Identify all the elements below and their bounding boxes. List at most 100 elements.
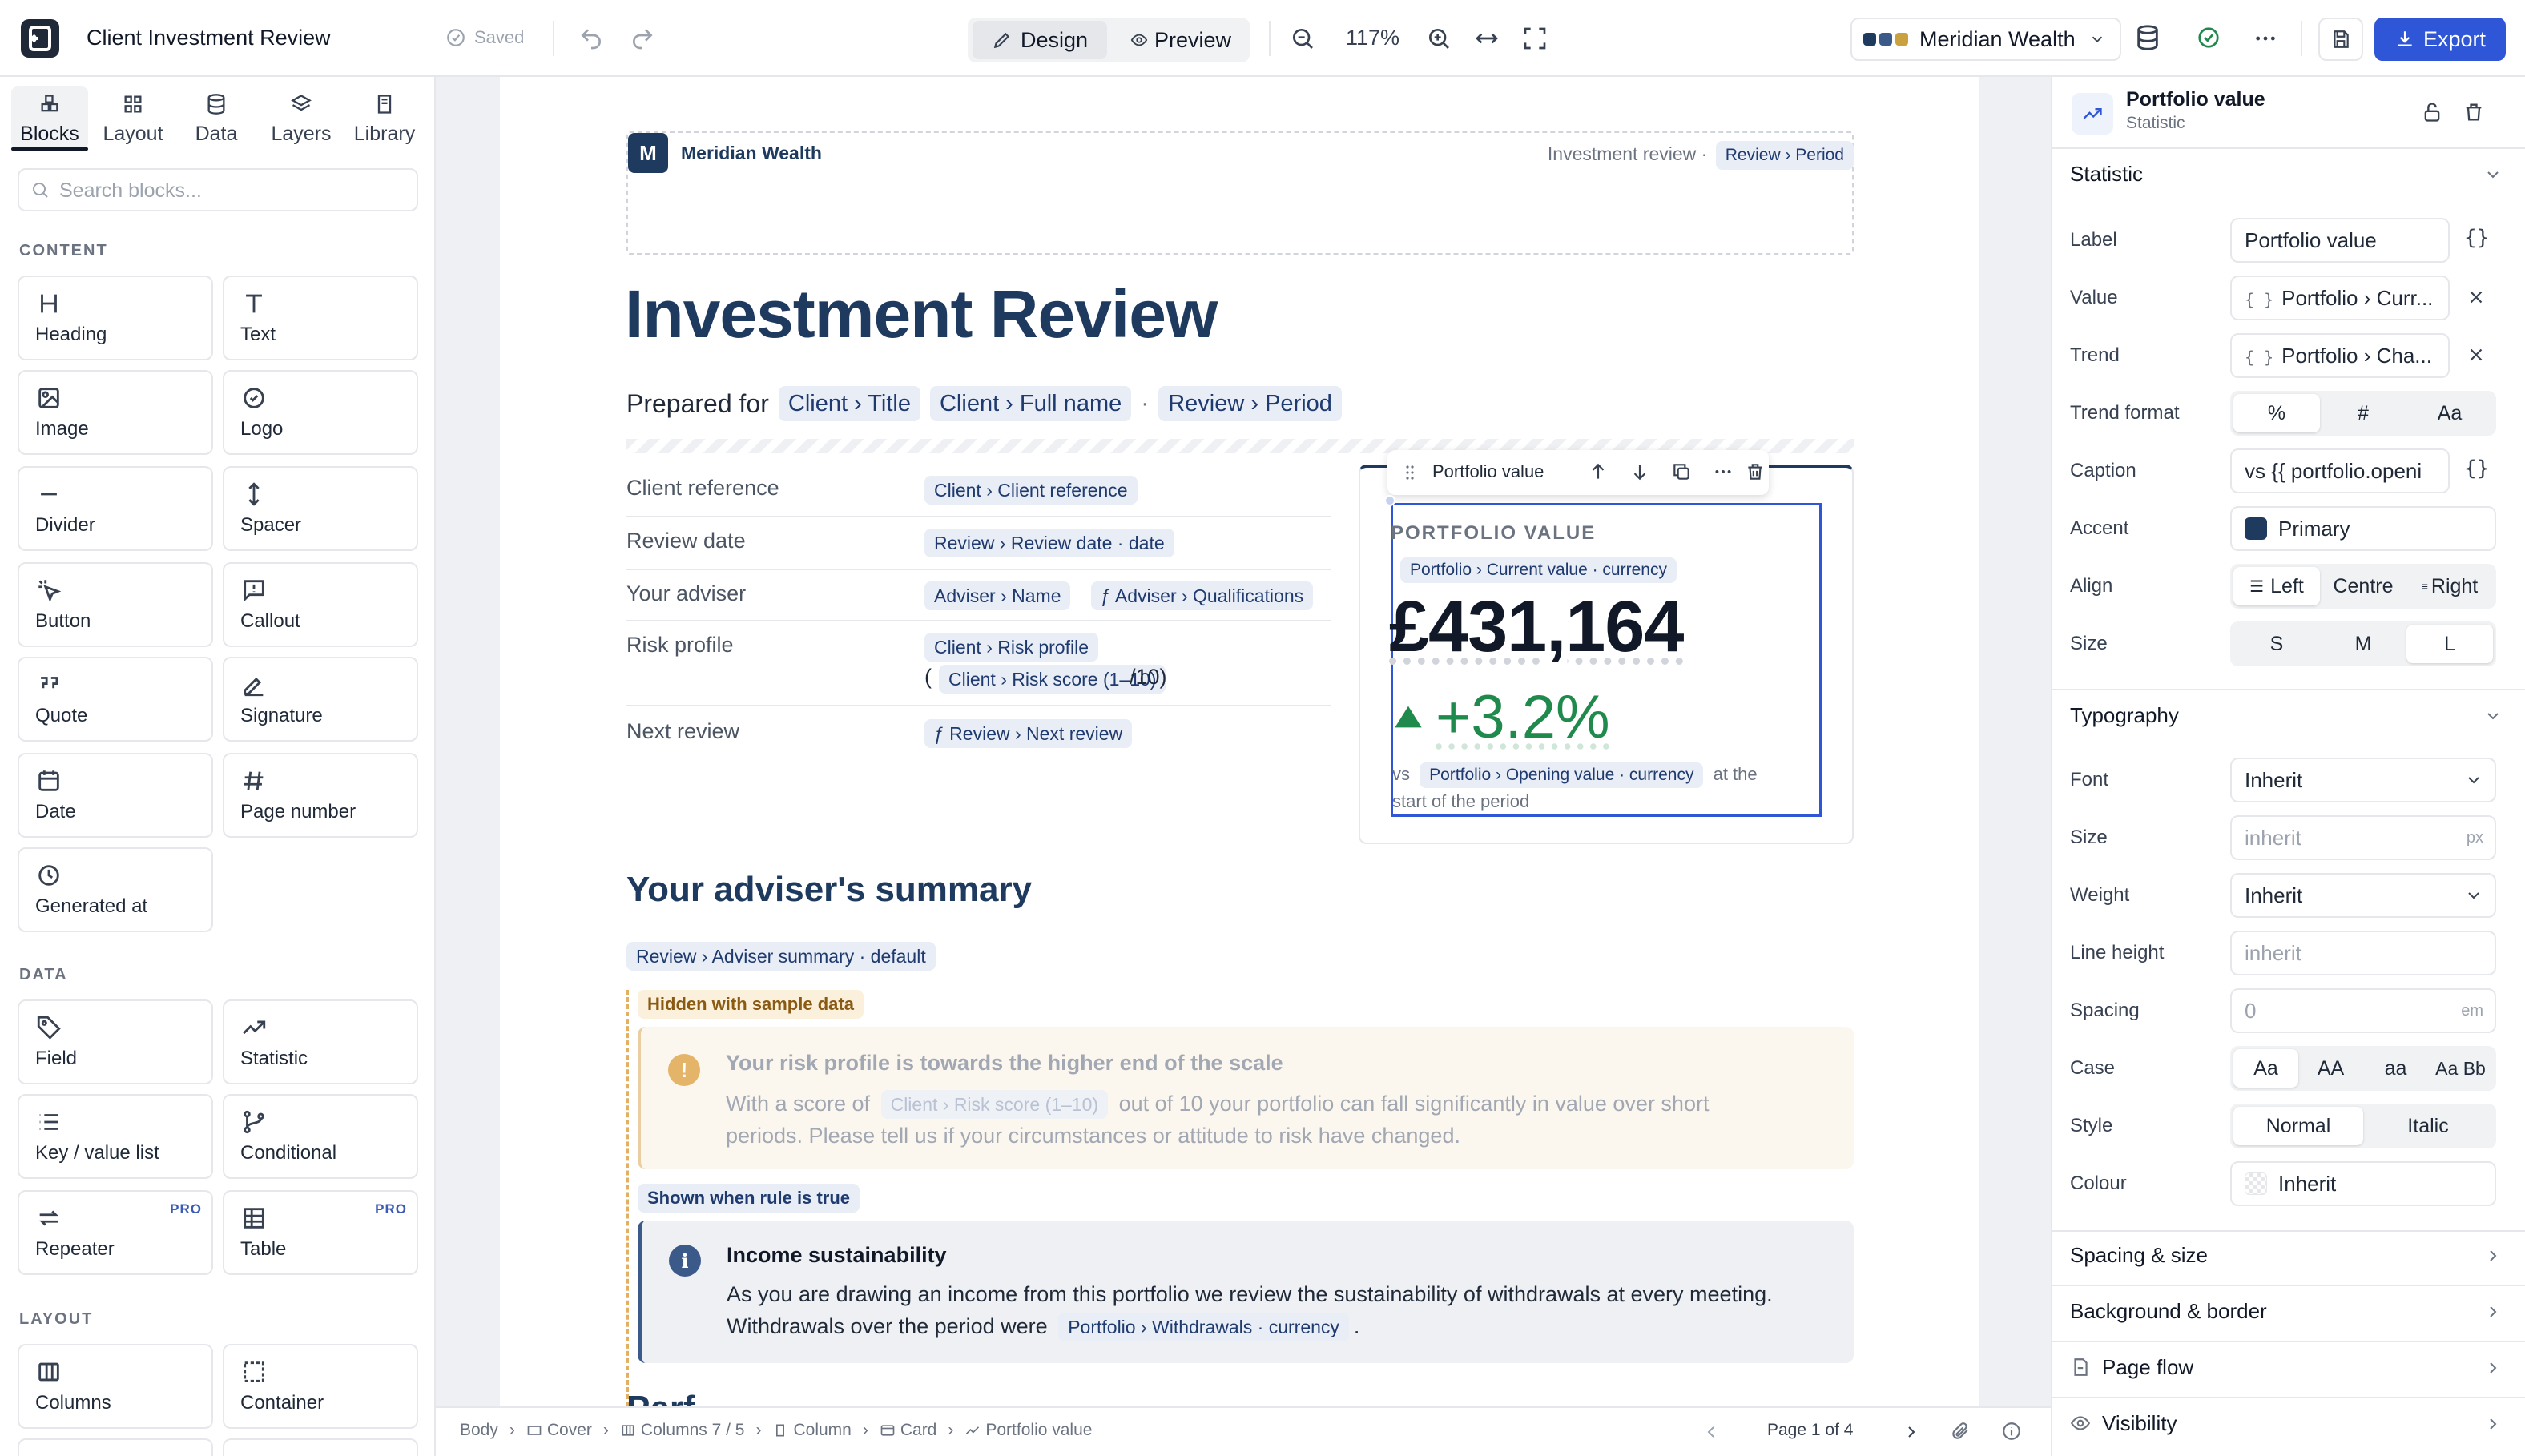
statistic-section-header[interactable]: Statistic (2070, 162, 2143, 187)
braces-icon[interactable]: {} (2464, 226, 2489, 250)
summary-heading[interactable]: Your adviser's summary (626, 870, 1032, 910)
weight-select[interactable]: Inherit (2230, 873, 2496, 918)
block-field[interactable]: Field (18, 999, 213, 1084)
undo-icon[interactable] (578, 26, 604, 51)
unlock-icon[interactable] (2421, 101, 2443, 123)
block-quote[interactable]: Quote (18, 657, 213, 742)
value-binding-input[interactable]: { } Portfolio › Curr... (2230, 276, 2450, 320)
chevron-right-icon[interactable] (2483, 1246, 2503, 1265)
block-key-value-list[interactable]: Key / value list (18, 1094, 213, 1179)
field-chip[interactable]: Review › Review date · date (924, 529, 1174, 557)
field-chip[interactable]: Client › Client reference (924, 476, 1138, 505)
block-image[interactable]: Image (18, 370, 213, 455)
document-title[interactable]: Client Investment Review (87, 26, 331, 50)
block-container[interactable]: Container (223, 1344, 418, 1429)
duplicate-icon[interactable] (1671, 461, 1692, 482)
field-chip[interactable]: ƒ Adviser › Qualifications (1091, 581, 1314, 610)
more-icon[interactable] (1713, 461, 1734, 482)
chevron-right-icon[interactable] (2483, 1302, 2503, 1321)
visibility-section[interactable]: Visibility (2102, 1411, 2177, 1436)
field-chip[interactable]: Client › Risk profile (924, 633, 1098, 662)
warning-callout[interactable]: ! Your risk profile is towards the highe… (638, 1027, 1854, 1169)
block-search[interactable]: Search blocks... (18, 168, 418, 211)
preview-mode-button[interactable]: Preview (1117, 21, 1245, 59)
zoom-level[interactable]: 117% (1346, 26, 1399, 50)
chevron-down-icon[interactable] (2483, 165, 2503, 184)
field-chip[interactable]: Review › Period (1158, 386, 1342, 421)
field-chip[interactable]: ƒ Review › Next review (924, 719, 1133, 748)
trash-icon[interactable] (2463, 101, 2485, 123)
info-callout[interactable]: i Income sustainability As you are drawi… (638, 1221, 1854, 1363)
format-text[interactable]: Aa (2406, 394, 2493, 432)
field-chip[interactable]: Client › Title (778, 386, 920, 421)
block-page-number[interactable]: Page number (223, 753, 418, 838)
font-select[interactable]: Inherit (2230, 758, 2496, 802)
drag-handle-icon[interactable] (1400, 461, 1420, 484)
align-right[interactable]: ≡ Right (2406, 567, 2493, 605)
move-up-icon[interactable] (1588, 461, 1609, 482)
field-chip[interactable]: Client › Full name (929, 386, 1132, 421)
size-s[interactable]: S (2233, 625, 2320, 663)
fullscreen-icon[interactable] (1522, 26, 1548, 51)
close-icon[interactable] (2466, 344, 2487, 365)
line-height-input[interactable]: inherit (2230, 931, 2496, 975)
tab-data[interactable]: Data (178, 86, 255, 149)
info-circle-icon[interactable] (2001, 1421, 2022, 1442)
app-menu-icon[interactable] (21, 19, 59, 58)
document-title[interactable]: Investment Review (625, 276, 1218, 353)
block-columns[interactable]: Columns (18, 1344, 213, 1429)
validation-ok-icon[interactable] (2197, 26, 2221, 50)
crumb-columns[interactable]: Columns 7 / 5 (641, 1421, 745, 1440)
size-l[interactable]: L (2406, 625, 2493, 663)
field-chip[interactable]: Adviser › Name (924, 581, 1071, 610)
spacing-size-section[interactable]: Spacing & size (2070, 1243, 2208, 1268)
case-sentence[interactable]: Aa (2233, 1049, 2298, 1088)
database-icon[interactable] (2134, 24, 2161, 51)
braces-icon[interactable]: {} (2464, 457, 2489, 481)
align-left[interactable]: ☰ Left (2233, 567, 2320, 605)
design-mode-button[interactable]: Design (973, 21, 1107, 59)
case-title[interactable]: Aa Bb (2428, 1049, 2493, 1088)
crumb-column[interactable]: Column (793, 1421, 851, 1440)
key-value-list[interactable]: Client reference Client › Client referen… (626, 466, 1331, 835)
selection-handle[interactable] (1384, 495, 1395, 506)
tab-library[interactable]: Library (344, 86, 425, 149)
tab-layout[interactable]: Layout (95, 86, 171, 149)
colour-select[interactable]: Inherit (2230, 1161, 2496, 1206)
trend-binding-input[interactable]: { } Portfolio › Cha... (2230, 333, 2450, 378)
block-text[interactable]: Text (223, 276, 418, 360)
prev-page-icon[interactable] (1701, 1422, 1721, 1442)
background-border-section[interactable]: Background & border (2070, 1299, 2267, 1324)
align-centre[interactable]: Centre (2320, 567, 2406, 605)
crumb-card[interactable]: Card (900, 1421, 937, 1440)
block-signature[interactable]: Signature (223, 657, 418, 742)
field-chip[interactable]: Review › Period (1715, 141, 1854, 170)
crumb-body[interactable]: Body (460, 1421, 498, 1440)
chevron-down-icon[interactable] (2483, 706, 2503, 726)
crumb-cover[interactable]: Cover (547, 1421, 592, 1440)
tab-blocks[interactable]: Blocks (11, 86, 88, 149)
chevron-right-icon[interactable] (2483, 1414, 2503, 1434)
redo-icon[interactable] (630, 26, 655, 51)
letter-spacing-input[interactable]: 0 em (2230, 988, 2496, 1033)
accent-select[interactable]: Primary (2230, 506, 2496, 551)
style-normal[interactable]: Normal (2233, 1107, 2363, 1145)
attachment-icon[interactable] (1950, 1421, 1971, 1442)
export-button[interactable]: Export (2374, 18, 2506, 61)
field-chip[interactable]: Portfolio › Current value · currency (1400, 557, 1677, 583)
zoom-in-icon[interactable] (1426, 26, 1452, 51)
block-callout[interactable]: Callout (223, 562, 418, 647)
size-m[interactable]: M (2320, 625, 2406, 663)
fit-width-icon[interactable] (1474, 26, 1500, 51)
block-logo[interactable]: Logo (223, 370, 418, 455)
case-lower[interactable]: aa (2363, 1049, 2428, 1088)
format-percent[interactable]: % (2233, 394, 2320, 432)
field-chip[interactable]: Client › Risk score (1–10) (880, 1090, 1109, 1119)
caption-input[interactable]: vs {{ portfolio.openi (2230, 448, 2450, 493)
case-upper[interactable]: AA (2298, 1049, 2363, 1088)
zoom-out-icon[interactable] (1290, 26, 1315, 51)
close-icon[interactable] (2466, 287, 2487, 308)
block-divider[interactable]: Divider (18, 466, 213, 551)
move-down-icon[interactable] (1629, 461, 1650, 482)
theme-selector[interactable]: Meridian Wealth (1850, 18, 2121, 61)
